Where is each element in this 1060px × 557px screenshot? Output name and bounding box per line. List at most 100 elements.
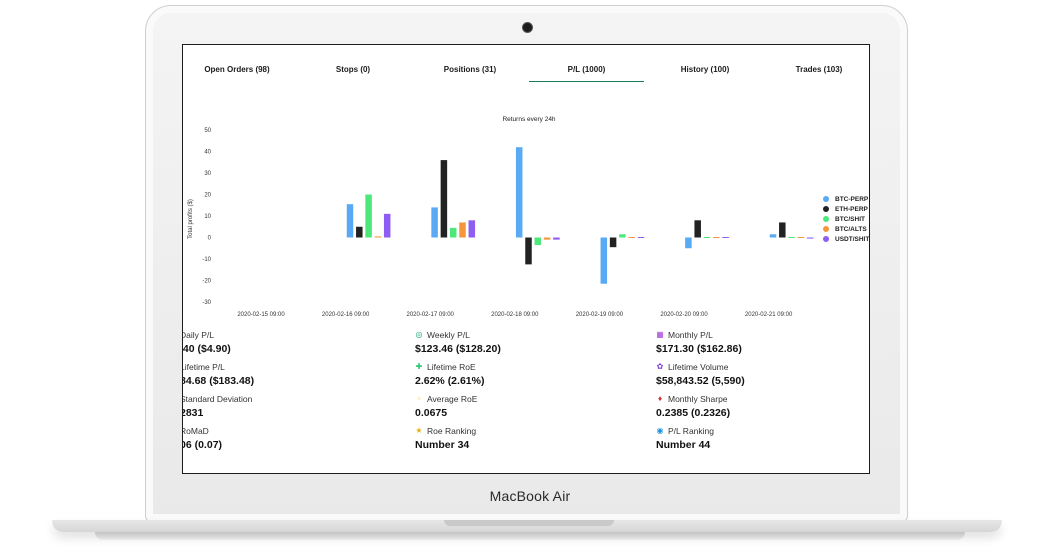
bar-btc-shit (788, 237, 795, 238)
stat-daily-p-l: Daily P/L .40 ($4.90) (182, 329, 231, 356)
legend-item: ETH-PERP (823, 204, 869, 214)
bar-eth-perp (779, 222, 786, 238)
x-tick-label: 2020-02-15 09:00 (237, 312, 285, 318)
legend-item: USDT/SHIT (823, 234, 869, 244)
stat-value: .40 ($4.90) (182, 343, 231, 355)
bar-btc-perp (346, 204, 354, 238)
stat-value: Number 34 (415, 439, 470, 451)
stat-label: ◎ Weekly P/L (415, 329, 501, 340)
tab-open-orders[interactable]: Open Orders (98) (195, 65, 279, 83)
stat-label: ▫ Average RoE (415, 393, 478, 404)
x-tick-label: 2020-02-17 09:00 (407, 312, 455, 318)
stat-value: 06 (0.07) (182, 439, 223, 451)
stat-label: RoMaD (183, 425, 222, 436)
stat-value: $171.30 ($162.86) (656, 343, 742, 355)
screen: Open Orders (98) Stops (0) Positions (31… (182, 44, 870, 474)
stat-label-text: Lifetime P/L (182, 361, 225, 372)
bar-eth-perp (609, 237, 617, 248)
tab-history[interactable]: History (100) (665, 65, 745, 83)
stat-label-text: Standard Deviation (182, 393, 253, 404)
tab-pl[interactable]: P/L (1000) (529, 65, 644, 82)
stat-standard-deviation: Standard Deviation 2831 (182, 393, 253, 420)
x-tick-label: 2020-02-16 09:00 (322, 312, 370, 318)
device-brand-label: MacBook Air (489, 488, 571, 504)
stat-label: ▦ Monthly P/L (656, 329, 742, 340)
legend-item: BTC/ALTS (823, 224, 869, 234)
legend-swatch (823, 216, 829, 222)
bar-eth-perp (356, 226, 363, 238)
legend-swatch (823, 206, 829, 212)
x-tick-label: 2020-02-19 09:00 (576, 312, 624, 318)
stat-monthly-sharpe: ♦ Monthly Sharpe 0.2385 (0.2326) (656, 393, 731, 420)
bar-eth-perp (525, 237, 532, 265)
bar-usdt-shit (383, 213, 391, 238)
camera-icon (522, 22, 533, 33)
tab-trades[interactable]: Trades (103) (779, 65, 859, 83)
stat-p-l-ranking: ◉ P/L Ranking Number 44 (656, 425, 715, 452)
bar-btc-alts (797, 237, 805, 238)
bar-btc-alts (628, 237, 635, 238)
stat-label: ✿ Lifetime Volume (656, 361, 745, 372)
stat-label-text: Average RoE (427, 393, 478, 404)
stat-value: 84.68 ($183.48) (182, 375, 255, 387)
stat-average-roe: ▫ Average RoE 0.0675 (415, 393, 478, 420)
legend-item: BTC-PERP (823, 194, 869, 204)
stat-label-text: Weekly P/L (427, 329, 470, 340)
bar-btc-shit (703, 237, 711, 238)
bar-btc-perp (515, 147, 523, 238)
legend-label: BTC/SHIT (835, 215, 865, 223)
legend-label: BTC-PERP (835, 195, 869, 203)
calendar-icon: ▦ (656, 330, 664, 339)
stat-monthly-p-l: ▦ Monthly P/L $171.30 ($162.86) (656, 329, 742, 356)
bar-btc-alts (713, 237, 720, 238)
tab-stops[interactable]: Stops (0) (315, 65, 391, 83)
bar-eth-perp (694, 220, 701, 238)
stat-roe-ranking: ★ Roe Ranking Number 34 (415, 425, 476, 452)
stat-label-text: Lifetime Volume (668, 361, 729, 372)
bar-btc-alts (543, 237, 551, 240)
stat-weekly-p-l: ◎ Weekly P/L $123.46 ($128.20) (415, 329, 501, 356)
stat-label-text: Lifetime RoE (427, 361, 476, 372)
stat-value: 0.2385 (0.2326) (656, 407, 731, 419)
stat-label: ★ Roe Ranking (415, 425, 476, 436)
y-tick-label: 10 (204, 214, 211, 220)
x-tick-label: 2020-02-21 09:00 (745, 312, 793, 318)
stat-romad: RoMaD 06 (0.07) (182, 425, 223, 452)
x-tick-label: 2020-02-18 09:00 (491, 312, 539, 318)
bar-usdt-shit (722, 237, 729, 238)
bar-usdt-shit (553, 237, 560, 240)
stat-label-text: Monthly P/L (668, 329, 713, 340)
y-tick-label: -20 (202, 279, 211, 285)
gear-flower-icon: ✿ (656, 362, 664, 371)
legend-swatch (823, 226, 829, 232)
chart-legend: BTC-PERP ETH-PERP BTC/SHIT BTC/ALTS USDT/SHI… (823, 194, 869, 244)
stat-value: 0.0675 (415, 407, 448, 419)
tab-positions[interactable]: Positions (31) (429, 65, 511, 83)
stat-label: ✚ Lifetime RoE (415, 361, 484, 372)
stat-value: 2831 (182, 407, 204, 419)
bar-usdt-shit (806, 237, 814, 239)
stat-label: Lifetime P/L (182, 361, 254, 372)
maple-leaf-icon: ♦ (657, 394, 663, 403)
tab-bar: Open Orders (98) Stops (0) Positions (31… (183, 45, 869, 85)
y-tick-label: 30 (204, 171, 211, 177)
stat-value: 2.62% (2.61%) (415, 375, 485, 387)
bar-btc-shit (449, 227, 457, 238)
stat-label-text: Monthly Sharpe (668, 393, 728, 404)
target-icon: ◎ (415, 330, 423, 339)
returns-chart: Returns every 24h Total profits ($) 50 40… (188, 116, 814, 318)
bar-btc-perp (769, 234, 777, 238)
bar-usdt-shit (468, 220, 476, 238)
y-tick-label: 40 (204, 150, 211, 156)
legend-label: BTC/ALTS (835, 225, 867, 233)
stat-lifetime-p-l: Lifetime P/L 84.68 ($183.48) (182, 361, 255, 388)
legend-swatch (823, 236, 829, 242)
square-icon: ▫ (417, 394, 421, 403)
stat-label-text: P/L Ranking (668, 425, 714, 436)
bar-btc-shit (619, 234, 626, 238)
chart-title: Returns every 24h (502, 116, 555, 123)
bar-btc-perp (600, 237, 608, 284)
x-tick-label: 2020-02-20 09:00 (660, 312, 708, 318)
stat-label: Standard Deviation (182, 393, 253, 404)
stat-label: ◉ P/L Ranking (656, 425, 715, 436)
